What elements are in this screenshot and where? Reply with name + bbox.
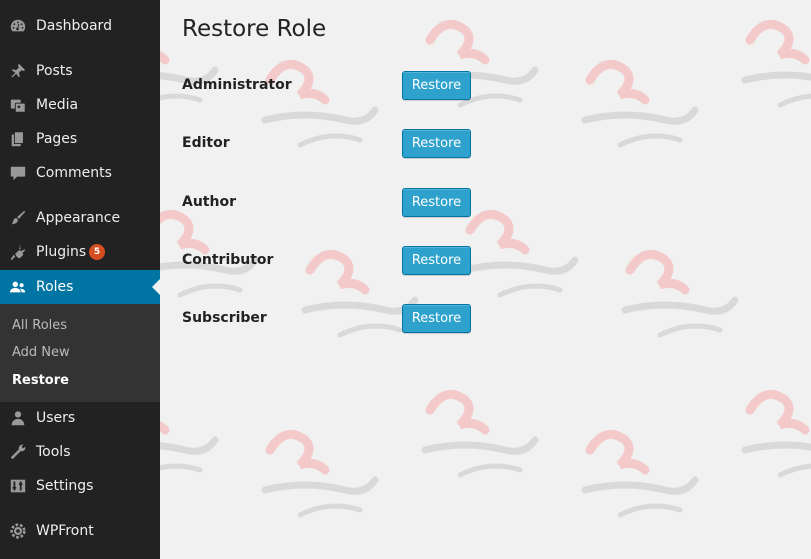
- menu-label: Comments: [36, 165, 112, 181]
- menu-label: Dashboard: [36, 18, 112, 34]
- dashboard-icon: [8, 16, 28, 36]
- role-name: Editor: [182, 135, 230, 151]
- restore-administrator-button[interactable]: Restore: [402, 71, 471, 100]
- menu-label: Settings: [36, 478, 94, 494]
- menu-item-pages[interactable]: Pages: [0, 122, 160, 156]
- menu-label: Posts: [36, 63, 73, 79]
- plugin-update-count-badge: 5: [89, 244, 105, 260]
- submenu-item-all-roles[interactable]: All Roles: [12, 318, 67, 333]
- comment-icon: [8, 163, 28, 183]
- role-name: Contributor: [182, 252, 274, 268]
- role-row-administrator: Administrator Restore: [182, 71, 482, 101]
- menu-label: WPFront: [36, 523, 94, 539]
- menu-item-dashboard[interactable]: Dashboard: [0, 9, 160, 43]
- menu-label: Appearance: [36, 210, 121, 226]
- restore-author-button[interactable]: Restore: [402, 188, 471, 217]
- media-icon: [8, 95, 28, 115]
- restore-subscriber-button[interactable]: Restore: [402, 304, 471, 333]
- submenu-item-restore[interactable]: Restore: [12, 373, 69, 388]
- menu-item-roles[interactable]: Roles: [0, 270, 160, 304]
- role-name: Author: [182, 194, 236, 210]
- menu-item-comments[interactable]: Comments: [0, 156, 160, 190]
- menu-label: Media: [36, 97, 79, 113]
- menu-label: Plugins: [36, 244, 87, 260]
- gear-icon: [8, 521, 28, 541]
- menu-item-users[interactable]: Users: [0, 401, 160, 435]
- menu-item-plugins[interactable]: Plugins 5: [0, 235, 160, 269]
- role-name: Administrator: [182, 77, 292, 93]
- menu-label: Pages: [36, 131, 78, 147]
- role-row-subscriber: Subscriber Restore: [182, 304, 482, 334]
- pin-icon: [8, 61, 28, 81]
- restore-contributor-button[interactable]: Restore: [402, 246, 471, 275]
- admin-sidebar: Dashboard Posts Media Pages Comments App…: [0, 0, 160, 559]
- role-row-editor: Editor Restore: [182, 129, 482, 159]
- menu-item-wpfront[interactable]: WPFront: [0, 514, 160, 548]
- brush-icon: [8, 208, 28, 228]
- settings-icon: [8, 476, 28, 496]
- page-title: Restore Role: [182, 16, 327, 42]
- submenu-item-add-new[interactable]: Add New: [12, 345, 70, 360]
- menu-item-media[interactable]: Media: [0, 88, 160, 122]
- role-row-contributor: Contributor Restore: [182, 246, 482, 276]
- menu-item-posts[interactable]: Posts: [0, 54, 160, 88]
- menu-item-settings[interactable]: Settings: [0, 469, 160, 503]
- user-icon: [8, 408, 28, 428]
- pages-icon: [8, 129, 28, 149]
- menu-label: Roles: [36, 279, 74, 295]
- menu-item-tools[interactable]: Tools: [0, 435, 160, 469]
- role-name: Subscriber: [182, 310, 267, 326]
- menu-label: Users: [36, 410, 76, 426]
- role-row-author: Author Restore: [182, 188, 482, 218]
- menu-item-appearance[interactable]: Appearance: [0, 201, 160, 235]
- plug-icon: [8, 242, 28, 262]
- menu-label: Tools: [36, 444, 71, 460]
- roles-submenu: All Roles Add New Restore: [0, 304, 160, 402]
- restore-editor-button[interactable]: Restore: [402, 129, 471, 158]
- wrench-icon: [8, 442, 28, 462]
- users-icon: [8, 277, 28, 297]
